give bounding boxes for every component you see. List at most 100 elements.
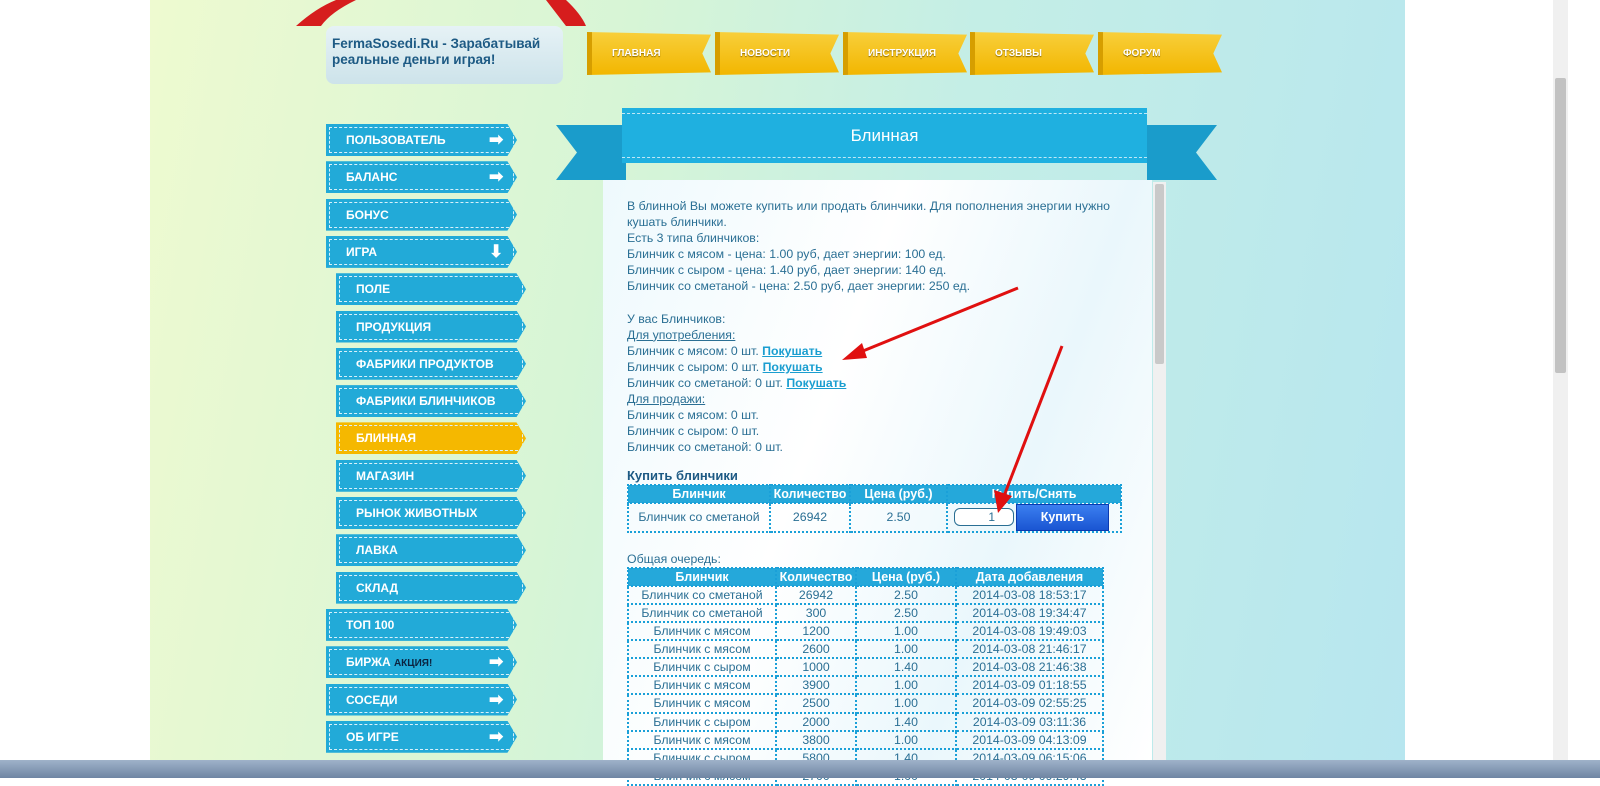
eat-link[interactable]: Покушать: [762, 344, 822, 358]
intro-line: В блинной Вы можете купить или продать б…: [627, 199, 1110, 230]
list-item: Блинчик с мясом: 0 шт. Покушать: [627, 343, 1128, 359]
sell-label: Для продажи:: [627, 392, 706, 407]
cell: 1.00: [855, 621, 957, 642]
sidebar-item-label: БЛИННАЯ: [356, 431, 416, 446]
cell: 26942: [775, 584, 857, 605]
sidebar-item[interactable]: ОБ ИГРЕ ➡: [326, 720, 517, 753]
nav-item-2[interactable]: ИНСТРУКЦИЯ: [843, 32, 967, 75]
cell: 1.00: [855, 729, 957, 750]
cell: 1.40: [855, 657, 957, 678]
table-row: Блинчик с мясом 2600 1.00 2014-03-08 21:46:…: [627, 639, 1104, 660]
sidebar-item[interactable]: БИРЖА АКЦИЯ! ➡: [326, 646, 517, 679]
sidebar-item[interactable]: ИГРА ⬇: [326, 235, 517, 268]
arrow-right-icon: ➡: [489, 167, 504, 187]
sidebar-item-label: ПОЛЕ: [356, 282, 391, 297]
item-count: Блинчик с сыром: 0 шт.: [627, 359, 760, 374]
cell: 2500: [775, 693, 857, 714]
scroll-thumb[interactable]: [1155, 184, 1164, 364]
logo-line: FermaSosedi.Ru - Зарабатывай: [332, 36, 541, 51]
table-row: Блинчик с мясом 3800 1.00 2014-03-09 04:13:…: [627, 729, 1104, 750]
sidebar-item-label: ИГРА: [346, 244, 378, 259]
logo-line: реальные деньги играя!: [332, 52, 496, 67]
sidebar-item[interactable]: ЛАВКА: [336, 534, 526, 567]
col-header: Блинчик: [627, 483, 771, 504]
col-header: Блинчик: [627, 566, 777, 587]
list-item: Блинчик с мясом: 0 шт.: [627, 408, 759, 423]
table-row: Блинчик со сметаной 300 2.50 2014-03-08 19:…: [627, 602, 1104, 624]
buy-table: Блинчик Количество Цена (руб.) Купить/Снять…: [627, 483, 1122, 533]
table-row: Блинчик с мясом 3900 1.00 2014-03-09 01:18:…: [627, 675, 1104, 696]
cell: 2600: [775, 639, 857, 660]
list-item: Блинчик со сметаной: 0 шт.: [627, 440, 783, 455]
cell: 2014-03-09 03:11:36: [955, 711, 1104, 732]
nav-item-4[interactable]: ФОРУМ: [1098, 32, 1222, 75]
eat-link[interactable]: Покушать: [763, 360, 823, 374]
intro-line: Блинчик с сыром - цена: 1.40 руб, дает э…: [627, 263, 947, 278]
content-panel: В блинной Вы можете купить или продать б…: [603, 180, 1152, 786]
intro-line: Блинчик со сметаной - цена: 2.50 руб, да…: [627, 279, 970, 294]
content-scrollbar[interactable]: [1153, 182, 1166, 760]
cell: 2.50: [855, 602, 957, 624]
sidebar-item[interactable]: БАЛАНС ➡: [326, 161, 517, 194]
sidebar-item[interactable]: ФАБРИКИ БЛИНЧИКОВ: [336, 385, 526, 418]
sidebar-item[interactable]: ТОП 100: [326, 608, 517, 641]
use-label: Для употребления:: [627, 327, 736, 342]
list-item: Блинчик с сыром: 0 шт. Покушать: [627, 359, 1128, 375]
cell: 2014-03-09 04:13:09: [955, 729, 1104, 750]
col-header: Количество: [775, 566, 857, 587]
sidebar-item-label: ЛАВКА: [356, 543, 398, 558]
cell: 2014-03-08 19:49:03: [955, 621, 1104, 642]
sidebar-item-label: БОНУС: [346, 207, 389, 222]
item-count: Блинчик со сметаной: 0 шт.: [627, 376, 783, 391]
cell: 2000: [775, 711, 857, 732]
scroll-thumb[interactable]: [1555, 78, 1566, 373]
buy-button[interactable]: Купить: [1016, 503, 1109, 531]
sidebar-item-label: СКЛАД: [356, 580, 399, 595]
cell: 2014-03-08 21:46:17: [955, 639, 1104, 660]
taskbar: [0, 760, 1600, 778]
nav-item-3[interactable]: ОТЗЫВЫ: [970, 32, 1094, 75]
list-item: Блинчик со сметаной: 0 шт. Покушать: [627, 375, 1128, 391]
sidebar-item[interactable]: СОСЕДИ ➡: [326, 683, 517, 716]
eat-link[interactable]: Покушать: [786, 376, 846, 390]
have-label: У вас Блинчиков:: [627, 311, 726, 326]
page-scrollbar[interactable]: [1553, 0, 1568, 760]
site-logo[interactable]: FermaSosedi.Ru - Зарабатывай реальные ден…: [326, 26, 563, 84]
decor-ribbon: [296, 0, 586, 26]
sidebar-item[interactable]: РЫНОК ЖИВОТНЫХ: [336, 497, 526, 529]
sidebar-item[interactable]: БОНУС: [326, 198, 517, 231]
sidebar-item[interactable]: МАГАЗИН: [336, 459, 526, 492]
sidebar-item[interactable]: ФАБРИКИ ПРОДУКТОВ: [336, 347, 526, 380]
cell: 2014-03-08 18:53:17: [955, 584, 1104, 605]
sidebar-item[interactable]: БЛИННАЯ: [336, 422, 526, 455]
nav-item-1[interactable]: НОВОСТИ: [715, 32, 839, 75]
intro-line: Блинчик с мясом - цена: 1.00 руб, дает э…: [627, 247, 946, 262]
quantity-input[interactable]: [954, 508, 1014, 527]
cell: Блинчик со сметаной: [627, 602, 777, 624]
table-row: Блинчик с мясом 2500 1.00 2014-03-09 02:55:…: [627, 693, 1104, 714]
cell: 1.00: [855, 639, 957, 660]
sidebar-item-label: ФАБРИКИ ПРОДУКТОВ: [356, 356, 494, 371]
cell: 3900: [775, 675, 857, 696]
sidebar-item[interactable]: СКЛАД: [336, 571, 526, 604]
cell: 3800: [775, 729, 857, 750]
sidebar-item[interactable]: ПОЛЕ: [336, 273, 526, 306]
sidebar-item[interactable]: ПОЛЬЗОВАТЕЛЬ ➡: [326, 124, 517, 156]
col-header: Цена (руб.): [855, 566, 957, 587]
intro-line: Есть 3 типа блинчиков:: [627, 231, 760, 246]
cell: Блинчик с мясом: [627, 639, 777, 660]
sidebar-item-label: СОСЕДИ: [346, 692, 398, 707]
sidebar-item[interactable]: ПРОДУКЦИЯ: [336, 310, 526, 343]
cell: 2014-03-08 21:46:38: [955, 657, 1104, 678]
cell: 1.40: [855, 711, 957, 732]
queue-table: Блинчик Количество Цена (руб.) Дата добавле…: [627, 566, 1104, 786]
cell: 2.50: [849, 501, 948, 533]
nav-item-0[interactable]: ГЛАВНАЯ: [587, 32, 711, 75]
cell: 26942: [769, 501, 851, 533]
queue-title: Общая очередь:: [627, 551, 721, 566]
table-row: Блинчик со сметаной269422.50 Купить: [627, 501, 1122, 533]
table-row: Блинчик с мясом 1200 1.00 2014-03-08 19:49:…: [627, 621, 1104, 642]
arrow-right-icon: ➡: [489, 726, 504, 746]
col-header: Купить/Снять: [946, 483, 1122, 504]
sidebar-item-label: МАГАЗИН: [356, 468, 415, 483]
